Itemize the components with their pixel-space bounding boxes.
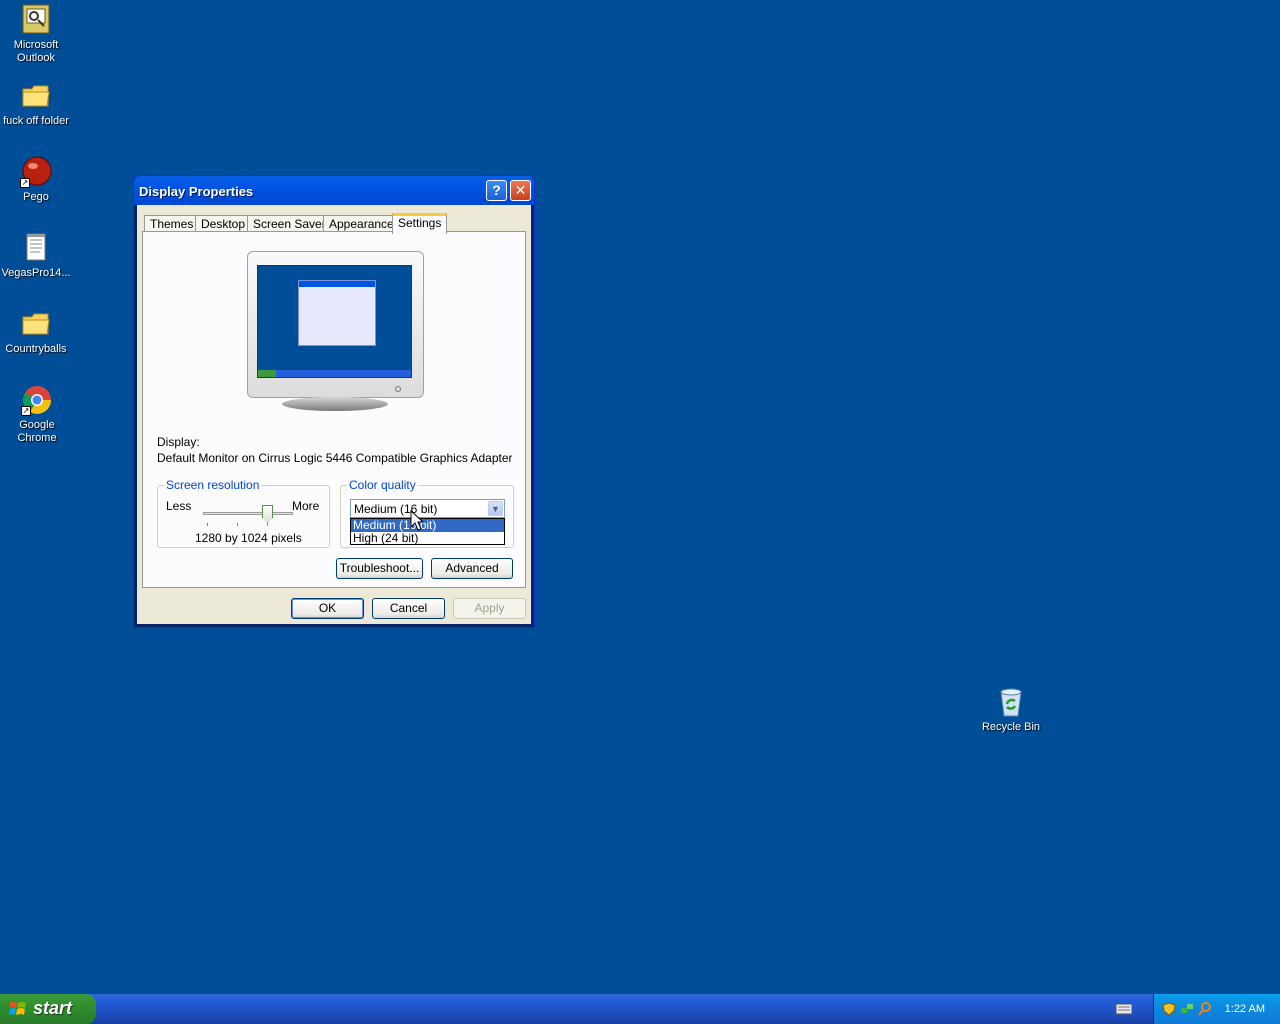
desktop-icon-label: Microsoft Outlook xyxy=(13,39,59,64)
close-icon: ✕ xyxy=(514,182,527,198)
preview-window-thumbnail xyxy=(298,280,376,346)
color-quality-title: Color quality xyxy=(347,478,418,492)
taskbar: start 1:22 AM xyxy=(0,994,1280,1024)
monitor-screen xyxy=(257,265,412,378)
recycle-bin-icon xyxy=(995,686,1027,718)
screen-resolution-title: Screen resolution xyxy=(164,478,262,492)
desktop-icon-label: Google Chrome xyxy=(17,419,57,444)
clock[interactable]: 1:22 AM xyxy=(1225,1003,1265,1015)
tab-settings[interactable]: Settings xyxy=(392,213,448,234)
shortcut-arrow-icon: ↗ xyxy=(20,178,30,188)
chrome-icon: ↗ xyxy=(21,384,53,416)
advanced-button[interactable]: Advanced xyxy=(431,558,513,579)
desktop-icon-label: Countryballs xyxy=(5,343,67,355)
network-icon[interactable] xyxy=(1180,1002,1194,1016)
cancel-button[interactable]: Cancel xyxy=(372,598,445,619)
help-button[interactable]: ? xyxy=(486,180,507,201)
screen-resolution-group: Screen resolution Less More 1280 by 1024… xyxy=(157,478,330,548)
desktop-icon-label: fuck off folder xyxy=(3,115,69,127)
color-quality-select[interactable]: Medium (16 bit) ▼ xyxy=(350,499,505,518)
desktop-icon-label: Recycle Bin xyxy=(981,721,1041,733)
slider-more-label: More xyxy=(292,499,320,513)
chevron-down-icon[interactable]: ▼ xyxy=(488,501,503,516)
start-button[interactable]: start xyxy=(0,994,96,1024)
desktop-icon-folder[interactable]: fuck off folder xyxy=(0,80,73,128)
desktop-icon-recycle-bin[interactable]: Recycle Bin xyxy=(974,686,1048,734)
close-button[interactable]: ✕ xyxy=(510,180,531,201)
desktop-icon-pego[interactable]: ↗ Pego xyxy=(0,156,73,204)
window-client-area: Themes Desktop Screen Saver Appearance S… xyxy=(137,205,531,624)
desktop-icon-countryballs[interactable]: Countryballs xyxy=(0,308,73,356)
window-title: Display Properties xyxy=(139,184,254,199)
display-label: Display: xyxy=(157,435,200,449)
preview-taskbar xyxy=(258,370,411,377)
keyboard-icon[interactable] xyxy=(1115,1003,1133,1015)
settings-panel: Display: Default Monitor on Cirrus Logic… xyxy=(142,231,526,588)
folder-icon xyxy=(20,80,52,112)
desktop-icon-label: VegasPro14... xyxy=(1,267,71,279)
resolution-slider-track[interactable] xyxy=(203,512,293,515)
desktop-icon-label: Pego xyxy=(23,191,49,203)
color-quality-group: Color quality Medium (16 bit) ▼ Medium (… xyxy=(340,478,514,548)
title-bar[interactable]: Display Properties ? ✕ xyxy=(134,176,534,205)
display-properties-window: Display Properties ? ✕ Themes Desktop Sc… xyxy=(133,175,535,628)
start-label: start xyxy=(33,998,73,1018)
apply-button[interactable]: Apply xyxy=(453,598,526,619)
shortcut-arrow-icon: ↗ xyxy=(21,406,31,416)
system-tray: 1:22 AM xyxy=(1153,994,1280,1024)
resolution-value: 1280 by 1024 pixels xyxy=(195,531,302,545)
desktop-icon-chrome[interactable]: ↗ Google Chrome xyxy=(0,384,74,445)
security-shield-icon[interactable] xyxy=(1162,1002,1176,1016)
desktop-icon-vegaspro[interactable]: VegasPro14... xyxy=(0,232,73,280)
option-high-24-bit[interactable]: High (24 bit) xyxy=(351,532,504,545)
troubleshoot-button[interactable]: Troubleshoot... xyxy=(336,558,423,579)
preview-start-button xyxy=(258,370,276,377)
resolution-slider-thumb[interactable] xyxy=(262,505,273,523)
monitor-preview xyxy=(247,251,424,398)
color-quality-selected: Medium (16 bit) xyxy=(354,502,438,516)
display-value: Default Monitor on Cirrus Logic 5446 Com… xyxy=(157,451,513,465)
text-file-icon xyxy=(20,232,52,264)
windows-logo-icon xyxy=(9,1002,26,1015)
folder-icon xyxy=(20,308,52,340)
slider-less-label: Less xyxy=(166,499,192,513)
power-button-icon xyxy=(395,386,401,392)
ok-button[interactable]: OK xyxy=(291,598,364,619)
outlook-icon xyxy=(20,4,52,36)
color-quality-dropdown: Medium (16 bit) High (24 bit) xyxy=(350,518,505,545)
pego-icon: ↗ xyxy=(20,156,52,188)
help-icon: ? xyxy=(492,182,501,198)
search-icon[interactable] xyxy=(1198,1002,1212,1016)
desktop-icon-outlook[interactable]: Microsoft Outlook xyxy=(0,4,73,65)
monitor-stand xyxy=(282,397,388,411)
